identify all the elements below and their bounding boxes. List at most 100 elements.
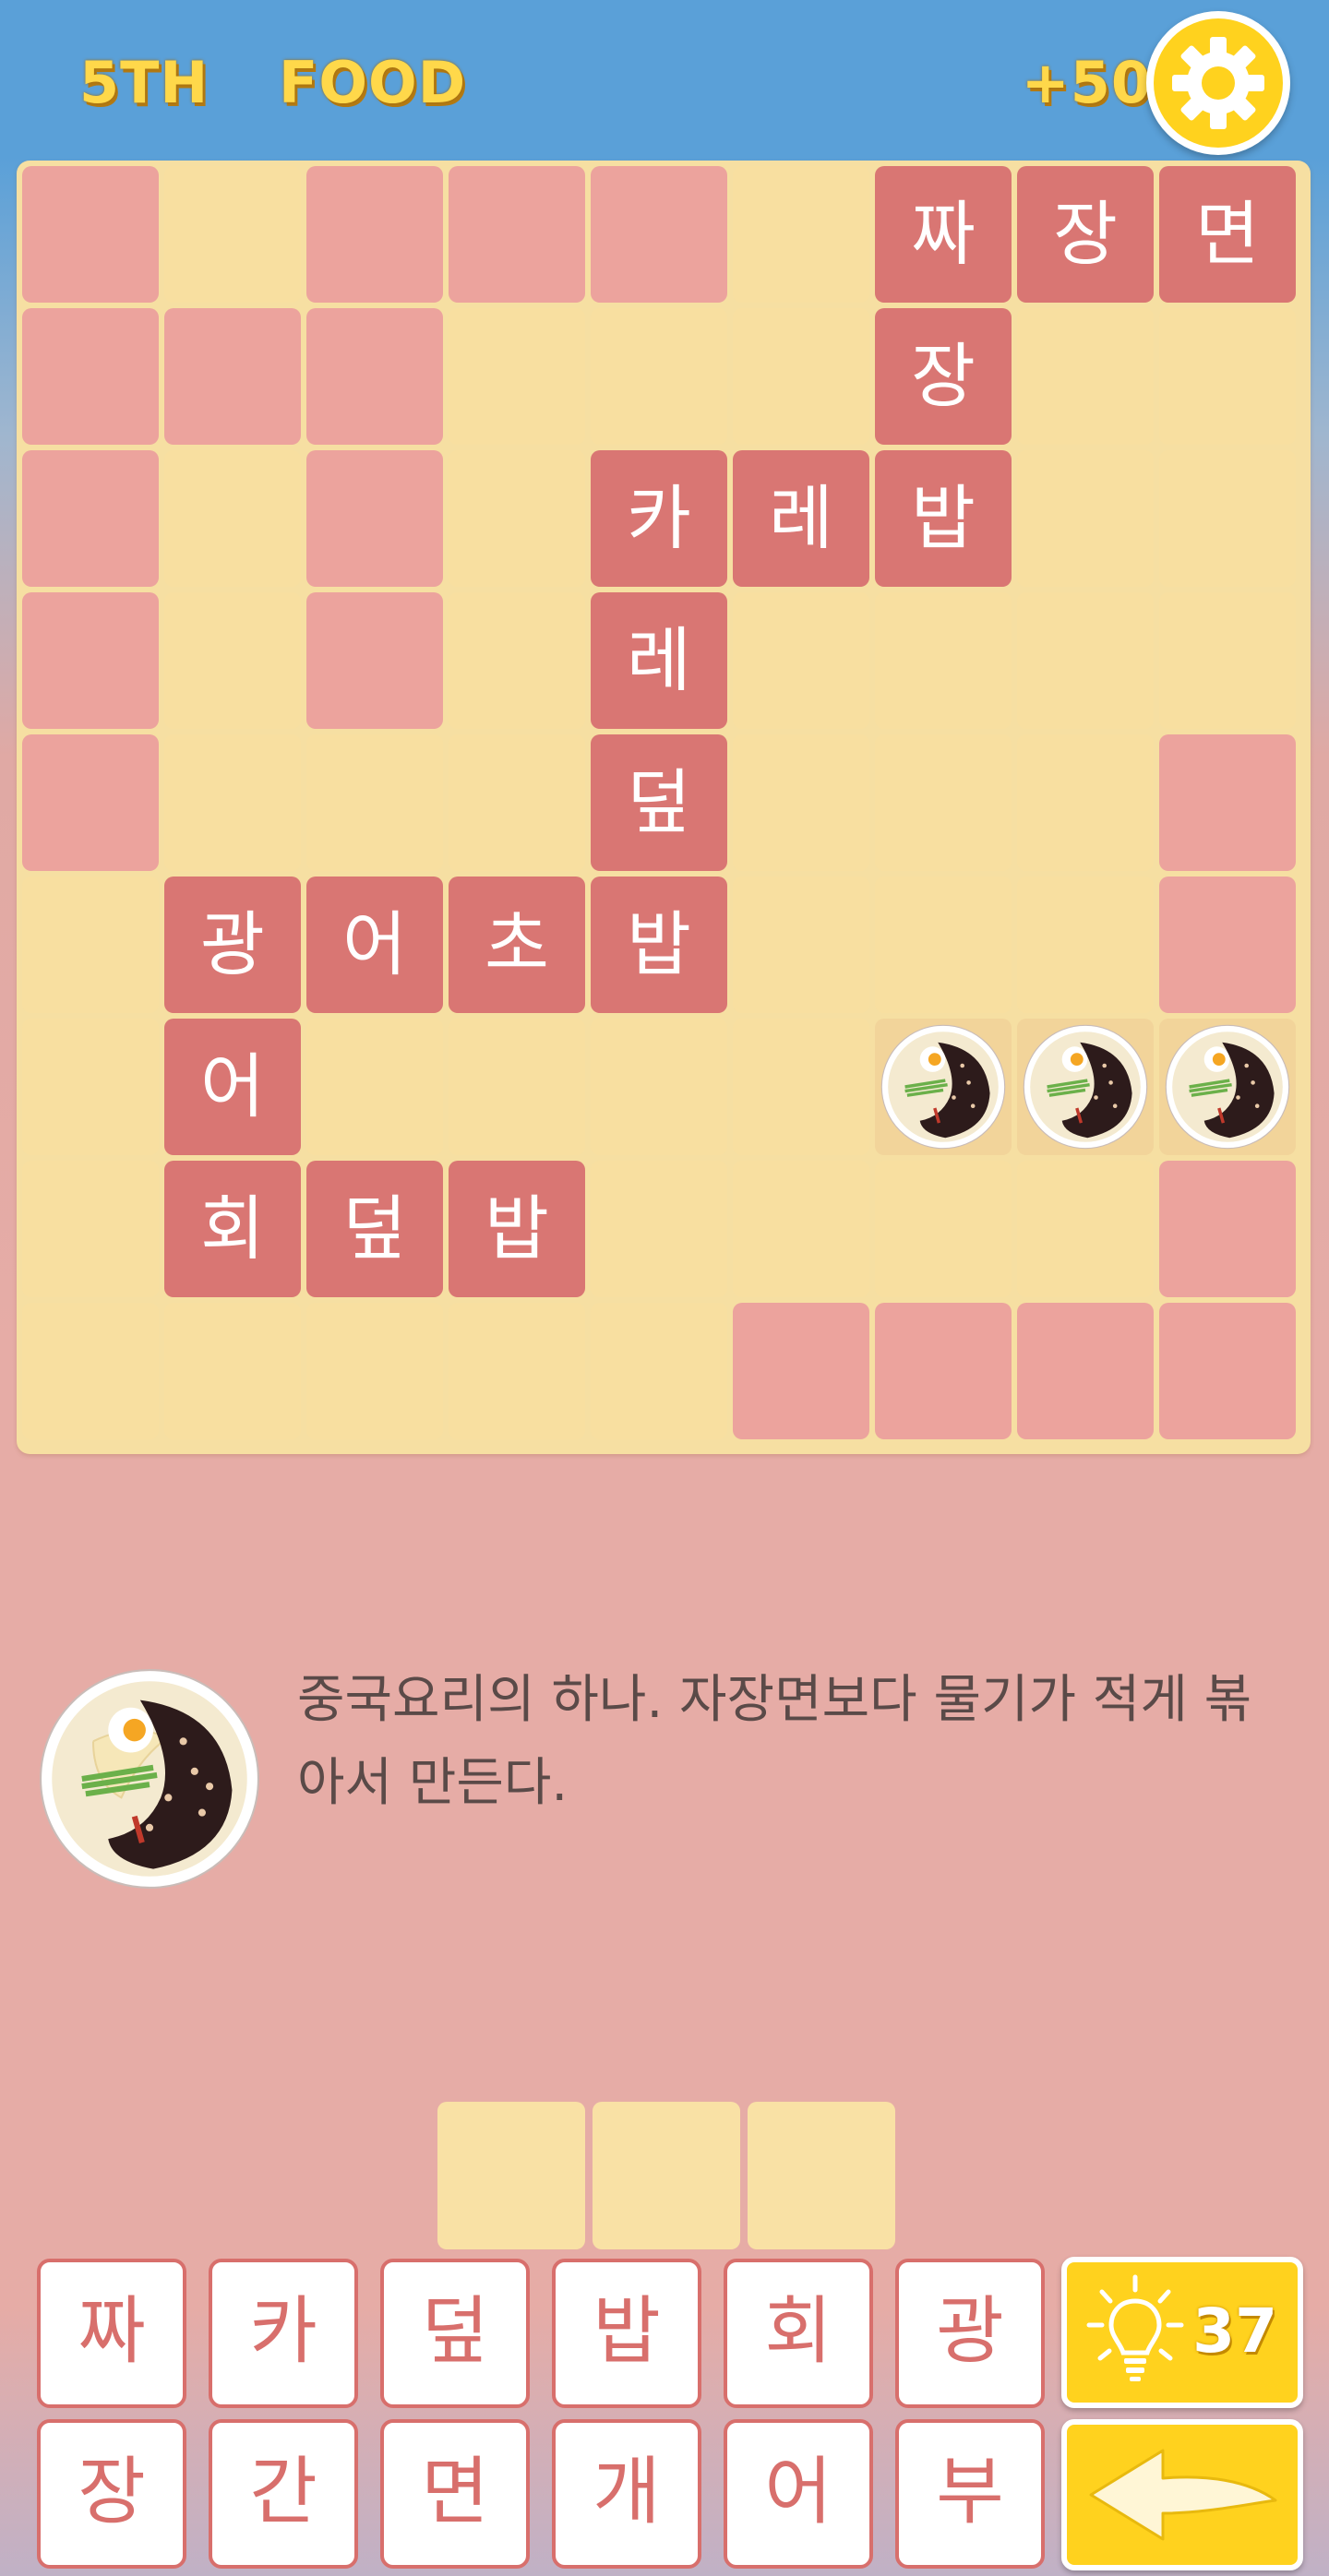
letter-cell[interactable]: 광	[164, 877, 301, 1013]
empty-cell	[164, 734, 301, 871]
empty-cell	[449, 308, 585, 445]
letter-cell[interactable]: 밥	[875, 450, 1012, 587]
letter-key[interactable]: 개	[552, 2419, 701, 2569]
empty-cell	[733, 166, 869, 303]
letter-cell[interactable]: 어	[306, 877, 443, 1013]
empty-cell	[1017, 308, 1154, 445]
jajang-bowl-icon	[1164, 1023, 1291, 1154]
letter-key[interactable]: 밥	[552, 2259, 701, 2408]
empty-cell	[164, 450, 301, 587]
blocked-cell	[733, 1303, 869, 1439]
letter-cell[interactable]: 회	[164, 1161, 301, 1297]
level-label: 5TH	[79, 49, 210, 116]
empty-cell	[733, 1019, 869, 1155]
answer-slot[interactable]	[748, 2102, 895, 2249]
empty-cell	[1017, 734, 1154, 871]
empty-cell	[449, 592, 585, 729]
letter-cell[interactable]: 밥	[449, 1161, 585, 1297]
letter-key[interactable]: 부	[895, 2419, 1045, 2569]
empty-cell	[306, 1303, 443, 1439]
target-cell[interactable]	[1017, 1019, 1154, 1155]
score-counter: +50	[1021, 49, 1152, 116]
jajang-bowl-icon	[880, 1023, 1007, 1154]
jajang-bowl-icon	[1022, 1023, 1149, 1154]
empty-cell	[449, 450, 585, 587]
blocked-cell	[449, 166, 585, 303]
letter-key[interactable]: 카	[209, 2259, 358, 2408]
empty-cell	[164, 592, 301, 729]
empty-cell	[22, 877, 159, 1013]
letter-cell[interactable]: 장	[875, 308, 1012, 445]
letter-key[interactable]: 장	[37, 2419, 186, 2569]
blocked-cell	[306, 308, 443, 445]
crossword-board: 짜장면장카레밥레덮광어초밥어회덮밥	[17, 161, 1311, 1454]
letter-cell[interactable]: 덮	[306, 1161, 443, 1297]
empty-cell	[733, 308, 869, 445]
letter-key[interactable]: 광	[895, 2259, 1045, 2408]
empty-cell	[875, 1161, 1012, 1297]
blocked-cell	[22, 592, 159, 729]
empty-cell	[22, 1019, 159, 1155]
empty-cell	[1017, 1161, 1154, 1297]
letter-cell[interactable]: 덮	[591, 734, 727, 871]
blocked-cell	[875, 1303, 1012, 1439]
letter-cell[interactable]: 밥	[591, 877, 727, 1013]
clue-text: 중국요리의 하나. 자장면보다 물기가 적게 볶아서 만든다.	[297, 1670, 1252, 1813]
blocked-cell	[1159, 877, 1296, 1013]
lightbulb-icon	[1086, 2274, 1184, 2381]
blocked-cell	[22, 308, 159, 445]
empty-cell	[733, 1161, 869, 1297]
blocked-cell	[22, 734, 159, 871]
back-arrow-icon	[1089, 2449, 1277, 2541]
empty-cell	[449, 1019, 585, 1155]
hint-count: 37	[1192, 2296, 1277, 2367]
empty-cell	[875, 877, 1012, 1013]
empty-cell	[306, 734, 443, 871]
empty-cell	[1159, 450, 1296, 587]
letter-cell[interactable]: 장	[1017, 166, 1154, 303]
letter-cell[interactable]: 레	[733, 450, 869, 587]
target-cell[interactable]	[875, 1019, 1012, 1155]
blocked-cell	[22, 166, 159, 303]
blocked-cell	[306, 166, 443, 303]
empty-cell	[22, 1303, 159, 1439]
empty-cell	[1017, 592, 1154, 729]
back-button[interactable]	[1061, 2419, 1303, 2570]
empty-cell	[733, 734, 869, 871]
hint-button[interactable]: 37	[1061, 2257, 1303, 2408]
settings-button[interactable]	[1146, 11, 1290, 155]
empty-cell	[164, 1303, 301, 1439]
empty-cell	[591, 308, 727, 445]
letter-cell[interactable]: 레	[591, 592, 727, 729]
letter-key[interactable]: 간	[209, 2419, 358, 2569]
letter-key[interactable]: 면	[380, 2419, 530, 2569]
blocked-cell	[1159, 1161, 1296, 1297]
blocked-cell	[591, 166, 727, 303]
blocked-cell	[306, 592, 443, 729]
empty-cell	[875, 592, 1012, 729]
letter-key[interactable]: 짜	[37, 2259, 186, 2408]
letter-key[interactable]: 덮	[380, 2259, 530, 2408]
empty-cell	[591, 1019, 727, 1155]
letter-cell[interactable]: 초	[449, 877, 585, 1013]
letter-key[interactable]: 어	[724, 2419, 873, 2569]
answer-slot[interactable]	[437, 2102, 585, 2249]
target-cell[interactable]	[1159, 1019, 1296, 1155]
blocked-cell	[306, 450, 443, 587]
empty-cell	[22, 1161, 159, 1297]
empty-cell	[449, 734, 585, 871]
empty-cell	[875, 734, 1012, 871]
letter-cell[interactable]: 면	[1159, 166, 1296, 303]
letter-cell[interactable]: 어	[164, 1019, 301, 1155]
answer-slot[interactable]	[593, 2102, 740, 2249]
empty-cell	[164, 166, 301, 303]
empty-cell	[733, 592, 869, 729]
empty-cell	[591, 1303, 727, 1439]
letter-cell[interactable]: 짜	[875, 166, 1012, 303]
blocked-cell	[164, 308, 301, 445]
empty-cell	[1159, 308, 1296, 445]
blocked-cell	[1159, 734, 1296, 871]
letter-cell[interactable]: 카	[591, 450, 727, 587]
letter-key[interactable]: 회	[724, 2259, 873, 2408]
empty-cell	[1159, 592, 1296, 729]
